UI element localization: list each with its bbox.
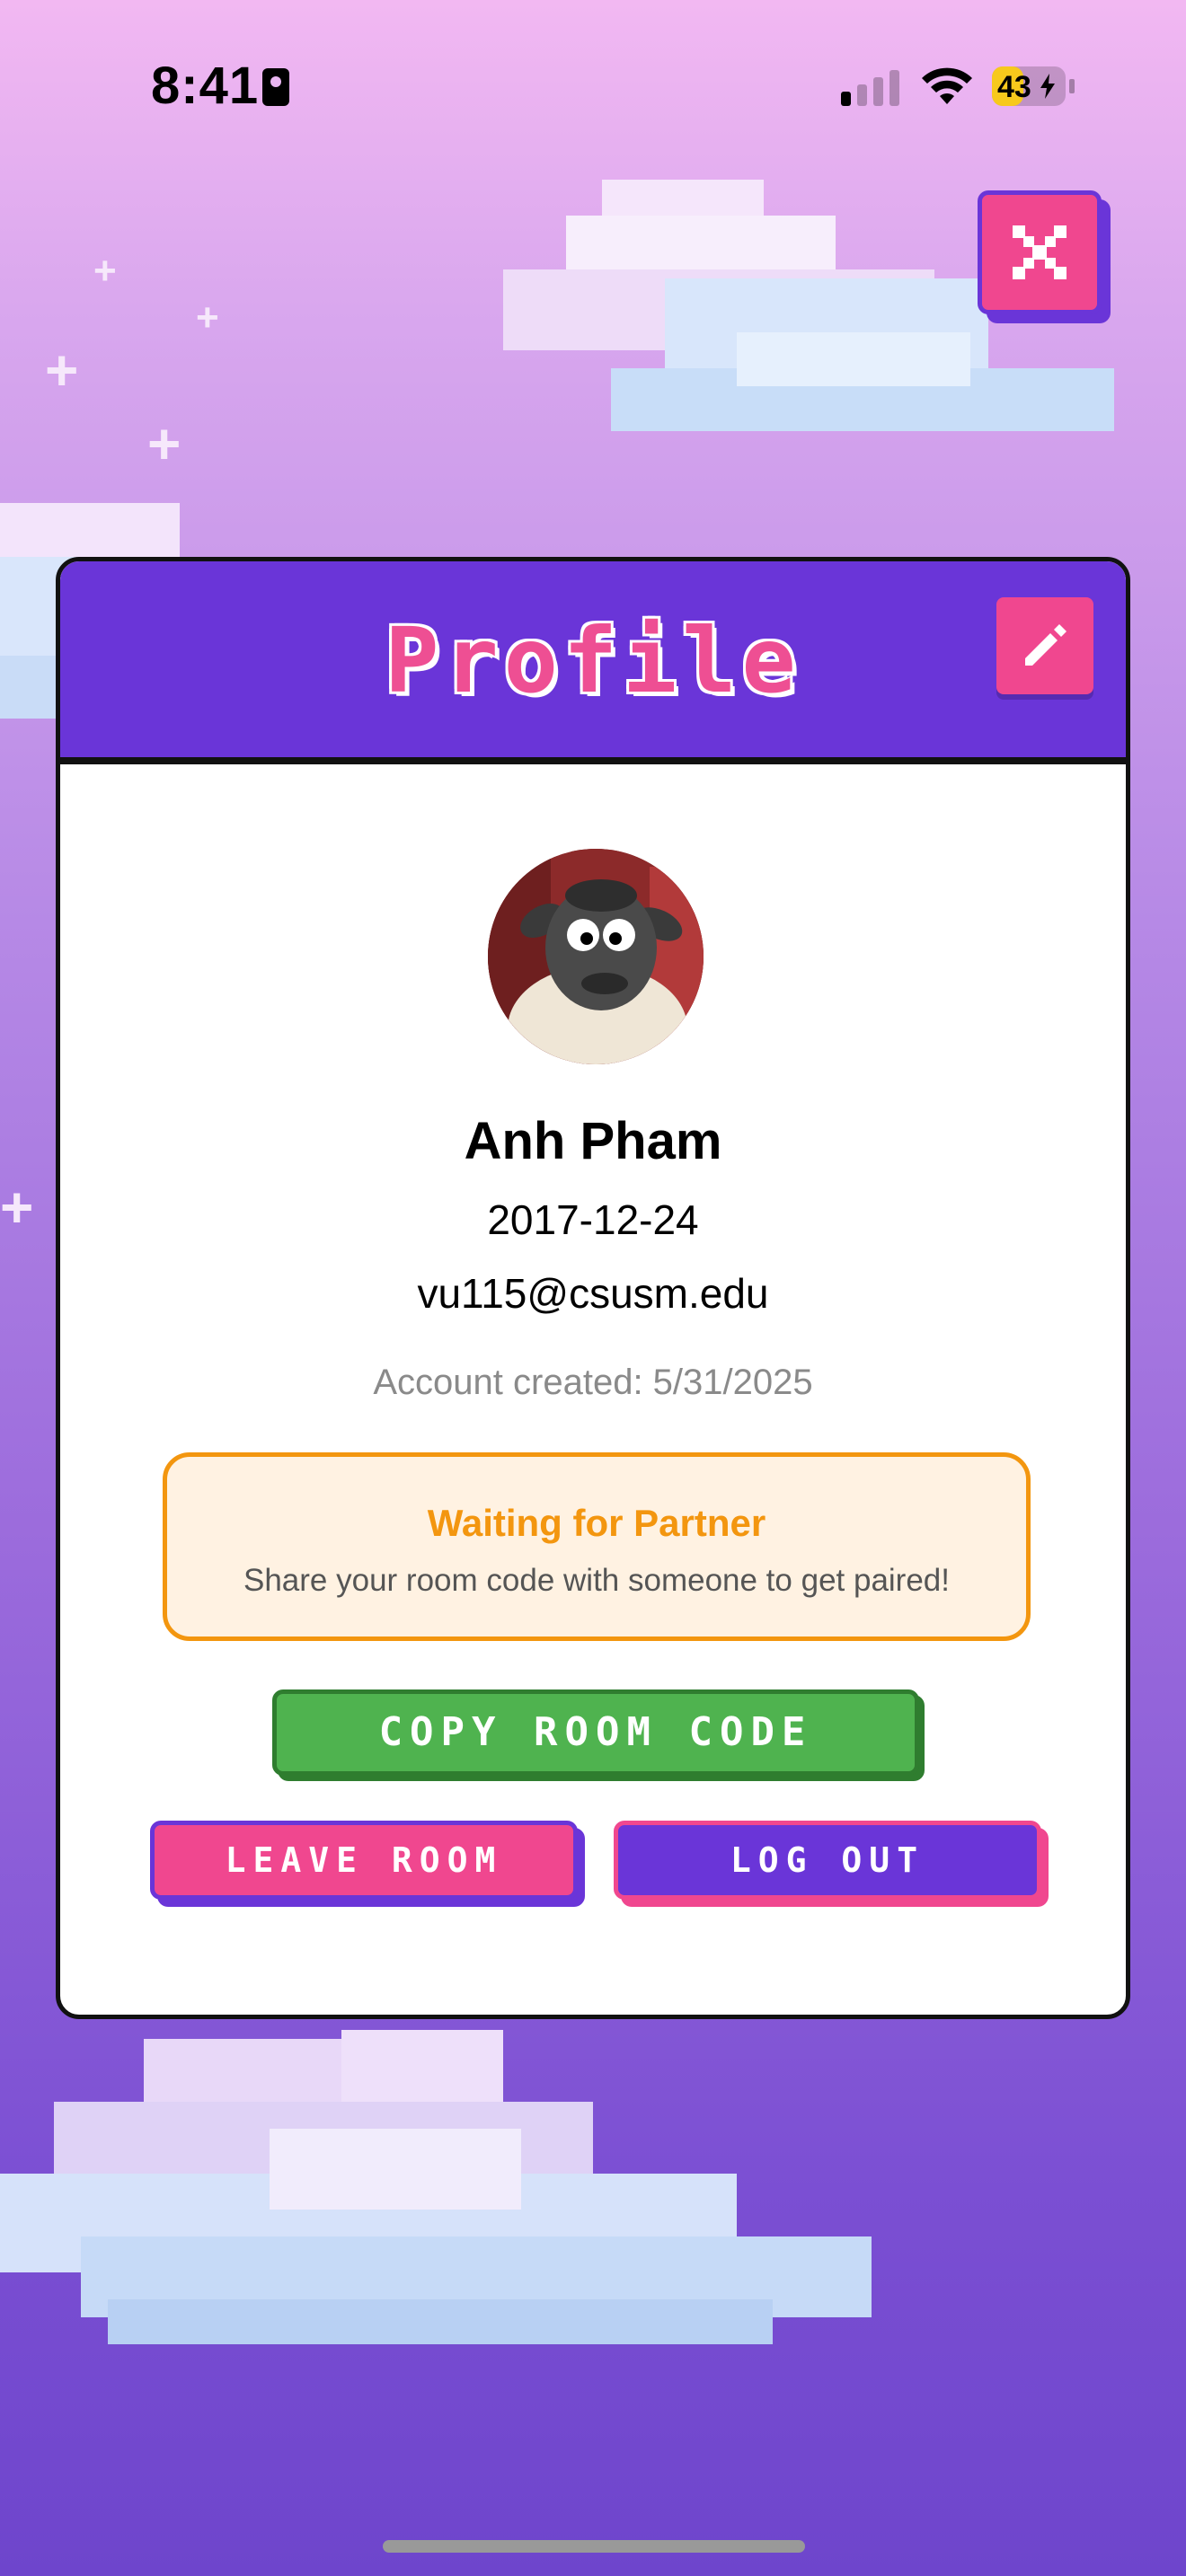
- partner-status-box: Waiting for Partner Share your room code…: [163, 1452, 1031, 1641]
- page-title: Profile: [385, 608, 801, 713]
- close-icon: [1013, 225, 1067, 279]
- leave-room-button[interactable]: LEAVE ROOM: [150, 1821, 578, 1900]
- wifi-icon: [922, 67, 972, 104]
- sheep-avatar-image: [488, 849, 704, 1064]
- edit-profile-button[interactable]: [996, 597, 1093, 694]
- partner-status-message: Share your room code with someone to get…: [243, 1563, 950, 1598]
- sparkle-decoration: +: [0, 1175, 34, 1239]
- profile-card-header: Profile: [60, 561, 1126, 764]
- profile-card: Profile Anh Pham 2017-12-24 vu115@csusm.: [56, 557, 1130, 2019]
- close-button[interactable]: [978, 190, 1102, 314]
- sparkle-decoration: +: [93, 249, 117, 293]
- profile-birthdate: 2017-12-24: [487, 1196, 699, 1243]
- status-bar: 8:41 43: [0, 0, 1186, 171]
- battery-icon: 43: [992, 66, 1066, 106]
- partner-status-title: Waiting for Partner: [427, 1502, 766, 1544]
- status-time: 8:41: [151, 57, 260, 115]
- battery-cap: [1069, 79, 1075, 93]
- account-created-date: Account created: 5/31/2025: [373, 1363, 813, 1402]
- profile-email: vu115@csusm.edu: [417, 1270, 769, 1317]
- cloud-decoration-bottom: [0, 2030, 872, 2344]
- cellular-signal-icon: [841, 70, 902, 106]
- log-out-button[interactable]: LOG OUT: [614, 1821, 1041, 1900]
- avatar[interactable]: [488, 849, 704, 1064]
- battery-level: 43: [997, 70, 1031, 104]
- pencil-icon: [1025, 624, 1067, 666]
- charging-bolt-icon: [1040, 74, 1055, 99]
- profile-name: Anh Pham: [464, 1112, 722, 1170]
- sparkle-decoration: +: [45, 338, 79, 402]
- contact-card-icon: [262, 68, 289, 106]
- copy-room-code-button[interactable]: COPY ROOM CODE: [272, 1689, 919, 1776]
- sparkle-decoration: +: [196, 296, 219, 340]
- sparkle-decoration: +: [147, 411, 181, 476]
- home-indicator[interactable]: [383, 2540, 805, 2553]
